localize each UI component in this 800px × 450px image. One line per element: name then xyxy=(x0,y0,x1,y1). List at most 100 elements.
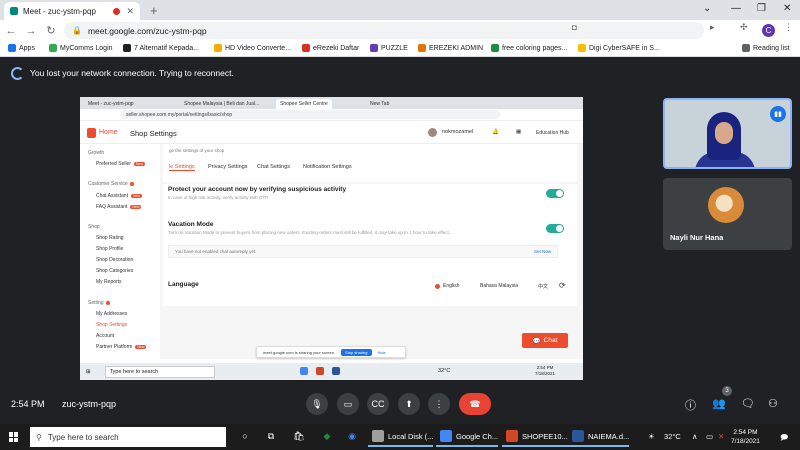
weather-sun-icon[interactable]: ☀ xyxy=(648,432,655,441)
chat-icon[interactable]: 🗨 xyxy=(741,397,755,410)
language-title: Language xyxy=(168,281,199,288)
network-icon[interactable]: ▭ xyxy=(706,432,713,441)
browser-tab-meet[interactable]: Meet - zuc-ystm-pqp ✕ xyxy=(4,2,140,20)
presented-word-icon xyxy=(332,367,340,375)
info-icon[interactable]: ⓘ xyxy=(685,397,696,413)
globe-icon xyxy=(491,44,499,52)
sidebar-item: Shop Profile xyxy=(96,246,124,252)
mic-button[interactable]: 🎙 xyxy=(306,393,328,415)
settings-card: Protect your account now by verifying su… xyxy=(163,184,577,306)
windows-start-icon[interactable] xyxy=(9,432,19,442)
menu-dots-icon[interactable]: ⋮ xyxy=(784,22,793,33)
w-icon xyxy=(123,44,131,52)
presented-weather: 32°C xyxy=(438,368,451,374)
sidebar-section: Customer Service xyxy=(88,181,134,187)
taskbar-app-explorer[interactable]: Local Disk (... xyxy=(368,427,434,447)
meeting-code: zuc-ystm-pqp xyxy=(62,399,117,409)
sidebar-item: Chat Assistant New xyxy=(96,193,142,199)
end-call-button[interactable]: ☎ xyxy=(459,393,491,415)
present-button[interactable]: ⬆ xyxy=(398,393,420,415)
store-icon[interactable]: 🛍 xyxy=(292,429,306,443)
settings-tab-privacy: Privacy Settings xyxy=(208,164,248,170)
bookmark-mycomms[interactable]: MyComms Login xyxy=(49,44,113,52)
taskbar-app-word[interactable]: NAIEMA.d... xyxy=(568,427,630,447)
extensions-icon[interactable]: ▸ xyxy=(710,22,715,33)
taskbar-app-chrome[interactable]: Google Ch... xyxy=(436,427,499,447)
presented-taskbar: ⊞ Type here to search 32°C 2:54 PM 7/18/… xyxy=(80,363,583,380)
stop-sharing-button: Stop sharing xyxy=(341,348,372,356)
maximize-icon[interactable]: ❐ xyxy=(757,3,766,14)
activities-icon[interactable]: ⚇ xyxy=(768,397,778,410)
tab-search-icon[interactable]: ⌄ xyxy=(703,3,711,14)
shopee-logo-icon xyxy=(87,128,96,138)
speaking-indicator-icon: ▮▮ xyxy=(770,106,786,122)
participant-tile-self[interactable]: ▮▮ xyxy=(663,98,792,169)
screen-share-bar: meet.google.com is sharing your screen. … xyxy=(256,346,406,358)
meet-controls-bar: 2:54 PM zuc-ystm-pqp 🎙 ▭ CC ⬆ ⋮ ☎ ⓘ 👥 3 … xyxy=(0,384,800,424)
bookmark-erezeki[interactable]: eRezeki Daftar xyxy=(302,44,359,52)
seller-username: nokmozamel xyxy=(442,129,474,135)
bookmark-reading-list[interactable]: Reading list xyxy=(742,44,790,52)
bookmark-digi[interactable]: Digi CyberSAFE in S... xyxy=(578,44,660,52)
video-icon xyxy=(214,44,222,52)
apps-grid-icon xyxy=(8,44,16,52)
seller-avatar xyxy=(428,128,437,137)
camera-button[interactable]: ▭ xyxy=(337,393,359,415)
notifications-icon[interactable]: 🗩 xyxy=(780,432,788,445)
bookmark-alternatif[interactable]: 7 Alternatif Kepada... xyxy=(123,44,199,52)
flower-icon xyxy=(302,44,310,52)
close-tab-icon[interactable]: ✕ xyxy=(126,6,134,17)
bookmark-coloring[interactable]: free coloring pages... xyxy=(491,44,567,52)
bookmark-erezeki-admin[interactable]: EREZEKI ADMIN xyxy=(418,44,483,52)
bookmark-hd-video[interactable]: HD Video Converte... xyxy=(214,44,291,52)
red-dot-icon xyxy=(129,182,134,186)
forward-icon[interactable]: → xyxy=(22,25,40,37)
sidebar-item-active: Shop Settings xyxy=(96,322,128,328)
new-badge: New xyxy=(135,345,147,349)
minimize-icon[interactable]: — xyxy=(731,3,741,14)
sidebar-item: Partner Platform New xyxy=(96,344,147,350)
task-view-icon[interactable]: ⧉ xyxy=(264,429,278,443)
bookmark-apps[interactable]: Apps xyxy=(8,44,35,52)
new-tab-button[interactable]: + xyxy=(150,3,158,18)
kitten-avatar xyxy=(708,187,744,223)
more-vert-icon: ⋮ xyxy=(434,398,444,409)
green-app-icon[interactable]: ◆ xyxy=(320,429,334,443)
more-options-button[interactable]: ⋮ xyxy=(428,393,450,415)
windows-taskbar: ⚲ Type here to search ○ ⧉ 🛍 ◆ ◉ Local Di… xyxy=(0,424,800,450)
reconnect-banner: You lost your network connection. Trying… xyxy=(0,57,800,89)
back-icon[interactable]: ← xyxy=(2,25,20,37)
new-badge: New xyxy=(130,205,142,209)
taskbar-clock[interactable]: 2:54 PM 7/18/2021 xyxy=(731,428,760,446)
settings-content: ge the settings of your shop le Settings… xyxy=(160,144,583,359)
digi-icon xyxy=(578,44,586,52)
network-error-icon[interactable]: ✕ xyxy=(718,432,724,441)
weather-temp[interactable]: 32°C xyxy=(664,432,681,441)
cortana-icon[interactable]: ○ xyxy=(238,429,252,443)
vacation-toggle xyxy=(546,224,564,233)
puzzle-icon[interactable]: ✣ xyxy=(740,22,748,33)
sidebar-item: Preferred Seller New xyxy=(96,161,146,167)
presented-tab: New Tab xyxy=(370,101,390,107)
profile-avatar[interactable]: C xyxy=(762,24,775,37)
share-message: meet.google.com is sharing your screen. xyxy=(263,349,336,355)
taskbar-app-powerpoint[interactable]: SHOPEE10... xyxy=(502,427,568,447)
chrome-app-icon xyxy=(440,430,452,442)
url-field[interactable]: 🔒 meet.google.com/zuc-ystm-pqp xyxy=(64,22,704,39)
bookmark-puzzle[interactable]: PUZZLE xyxy=(370,44,408,52)
taskbar-search[interactable]: ⚲ Type here to search xyxy=(30,427,226,447)
participant-tile-nayli[interactable]: Nayli Nur Hana xyxy=(663,178,792,250)
camera-in-use-icon[interactable]: ◘ xyxy=(572,23,577,32)
settings-tab-basic: le Settings xyxy=(169,164,195,171)
people-icon[interactable]: 👥 xyxy=(712,397,726,410)
reload-icon[interactable]: ↻ xyxy=(42,24,60,37)
captions-button[interactable]: CC xyxy=(367,393,389,415)
chevron-up-icon[interactable]: ∧ xyxy=(692,432,698,441)
presented-screen: Meet - zuc-ystm-pqp Shopee Malaysia | Be… xyxy=(80,97,583,380)
browser-tab-bar: Meet - zuc-ystm-pqp ✕ + ⌄ — ❐ ✕ xyxy=(0,0,800,20)
chat-bubble-icon: 💬 xyxy=(532,337,541,345)
autoreply-box: You have not enabled chat autoreply yet.… xyxy=(168,245,558,258)
close-window-icon[interactable]: ✕ xyxy=(783,3,791,14)
red-dot-icon xyxy=(105,301,110,305)
chrome-icon[interactable]: ◉ xyxy=(345,429,359,443)
